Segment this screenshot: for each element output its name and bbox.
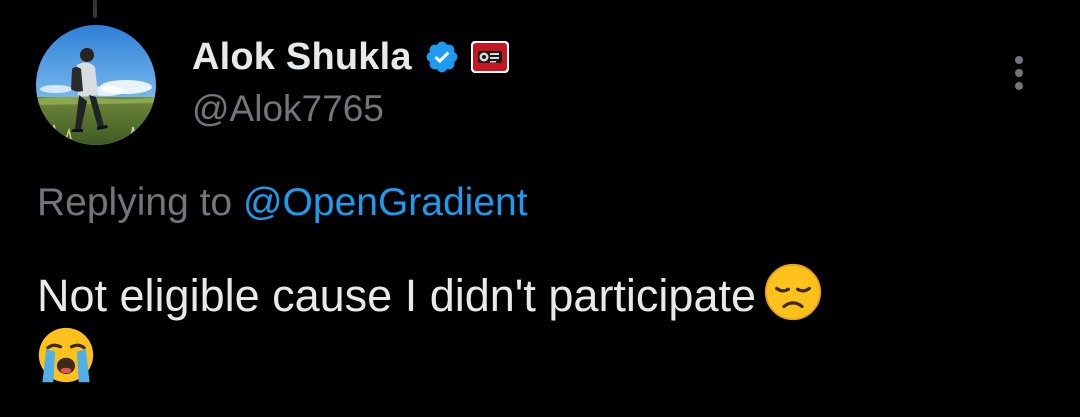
- tweet-text-body: Not eligible cause I didn't participate: [37, 263, 1037, 389]
- affiliate-badge-icon[interactable]: [470, 39, 510, 75]
- author-name-row: Alok Shukla: [192, 34, 510, 80]
- more-vertical-icon: [1015, 82, 1023, 90]
- replying-to-link[interactable]: @OpenGradient: [243, 181, 528, 224]
- avatar[interactable]: [36, 25, 156, 145]
- author-display-name[interactable]: Alok Shukla: [192, 34, 412, 80]
- more-vertical-icon: [1015, 69, 1023, 77]
- verified-badge-icon[interactable]: [424, 39, 460, 75]
- tweet-text: Not eligible cause I didn't participate: [37, 270, 757, 321]
- disappointed-face-emoji: [764, 263, 822, 321]
- avatar-photo: [36, 25, 156, 145]
- more-options-button[interactable]: [1004, 52, 1036, 94]
- author-handle[interactable]: @Alok7765: [192, 86, 384, 132]
- replying-to-row: Replying to @OpenGradient: [37, 178, 528, 228]
- more-vertical-icon: [1015, 56, 1023, 64]
- replying-to-label: Replying to: [37, 181, 233, 224]
- thread-connector-line: [93, 0, 97, 18]
- loudly-crying-face-emoji: [37, 326, 95, 384]
